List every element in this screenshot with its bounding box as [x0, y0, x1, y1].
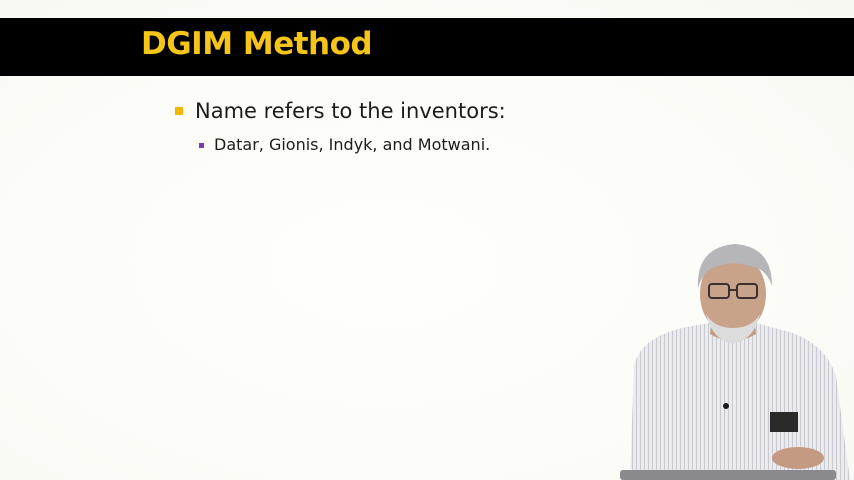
presenter-hand — [772, 447, 824, 469]
sub-bullet-item: Datar, Gionis, Indyk, and Motwani. — [199, 134, 490, 156]
lecture-video-frame: DGIM Method Name refers to the inventors… — [0, 0, 854, 480]
bullet-text: Name refers to the inventors: — [195, 99, 506, 123]
sub-bullet-square-icon — [199, 142, 204, 148]
pocket-device — [770, 412, 798, 432]
bullet-item: Name refers to the inventors: — [175, 97, 506, 125]
presenter-video-overlay — [620, 244, 850, 480]
title-bar — [0, 18, 854, 76]
microphone-icon — [723, 403, 729, 409]
slide-title: DGIM Method — [141, 26, 373, 62]
sub-bullet-text: Datar, Gionis, Indyk, and Motwani. — [214, 135, 491, 154]
bullet-square-icon — [175, 107, 183, 115]
laptop — [620, 470, 836, 480]
